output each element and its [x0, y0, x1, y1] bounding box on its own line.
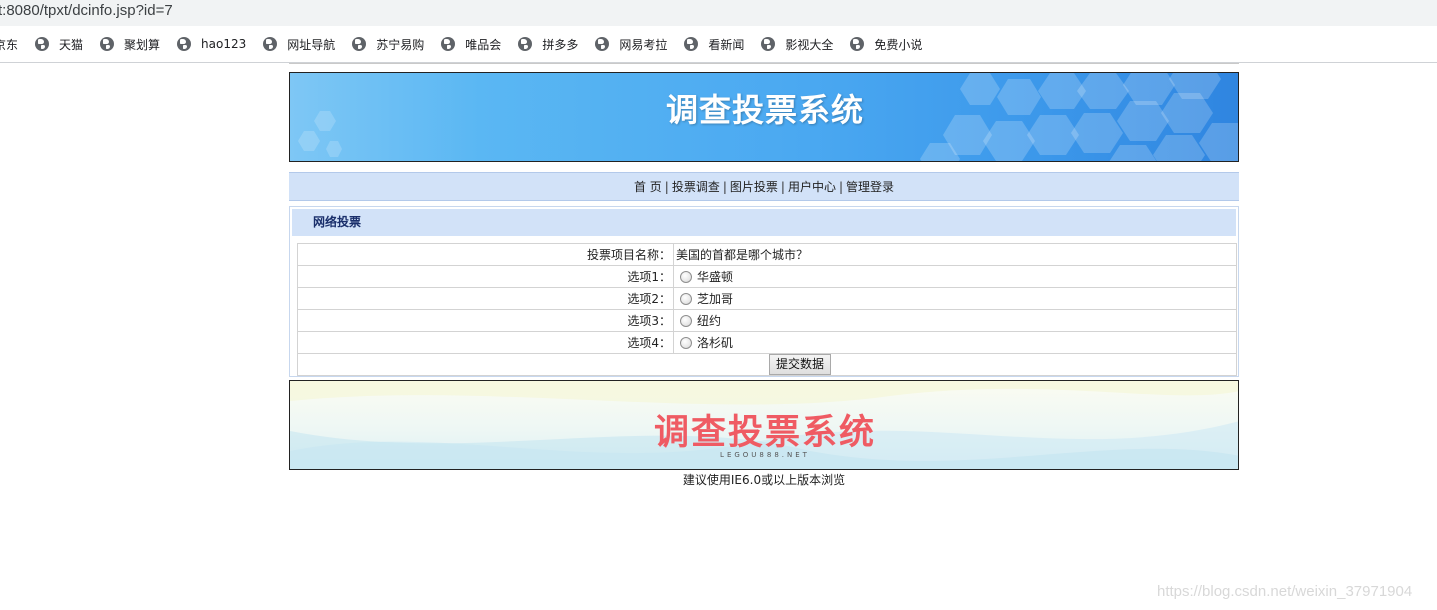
option-cell: 纽约: [673, 309, 1237, 332]
option-text: 华盛顿: [697, 270, 734, 284]
bookmark-label: 拼多多: [542, 37, 579, 52]
table-row: 投票项目名称： 美国的首都是哪个城市？: [297, 243, 1237, 266]
bookmark-pinduoduo[interactable]: 拼多多: [518, 36, 578, 53]
nav-separator: |: [780, 180, 785, 194]
bookmark-label: 看新闻: [708, 37, 745, 52]
option-text: 芝加哥: [697, 292, 734, 306]
table-row: 选项3： 纽约: [297, 309, 1237, 332]
bookmark-label: 苏宁易购: [376, 37, 425, 52]
globe-icon: [761, 37, 776, 51]
submit-button[interactable]: 提交数据: [768, 354, 831, 375]
globe-icon: [352, 37, 367, 51]
globe-icon: [684, 37, 699, 51]
option-4-radio[interactable]: [680, 337, 692, 349]
browser-notice: 建议使用IE6.0或以上版本浏览: [682, 473, 846, 487]
project-name-label: 投票项目名称：: [297, 243, 674, 266]
option-2-radio[interactable]: [680, 293, 692, 305]
submit-cell: 提交数据: [297, 353, 1237, 376]
nav-separator: |: [838, 180, 844, 194]
option-label: 选项4：: [297, 331, 674, 354]
bookmark-novel[interactable]: 免费小说: [850, 36, 922, 53]
bookmark-suning[interactable]: 苏宁易购: [352, 36, 424, 53]
option-label: 选项1：: [297, 265, 674, 288]
globe-icon: [100, 37, 115, 51]
bookmark-tmall[interactable]: 天猫: [35, 36, 83, 53]
bookmark-url-nav[interactable]: 网址导航: [263, 36, 335, 53]
bookmark-label: 网址导航: [287, 37, 336, 52]
bookmark-kaola[interactable]: 网易考拉: [595, 36, 667, 53]
table-row: 选项4： 洛杉矶: [297, 331, 1237, 354]
globe-icon: [263, 37, 278, 51]
submit-row: 提交数据: [297, 353, 1237, 376]
footer-site-title: 调查投票系统: [653, 413, 876, 453]
option-text: 洛杉矶: [697, 336, 734, 350]
table-row: 选项1： 华盛顿: [297, 265, 1237, 288]
nav-item-admin-login[interactable]: 管理登录: [846, 180, 894, 194]
bookmark-label: 影视大全: [785, 37, 834, 52]
nav-item-picture-vote[interactable]: 图片投票: [730, 180, 778, 194]
globe-icon: [518, 37, 533, 51]
bookmark-vip[interactable]: 唯品会: [441, 36, 501, 53]
nav-item-vote-survey[interactable]: 投票调查: [672, 180, 720, 194]
site-title: 调查投票系统: [665, 91, 864, 129]
nav-item-user-center[interactable]: 用户中心: [788, 180, 836, 194]
option-1-radio[interactable]: [680, 271, 692, 283]
vote-form-table: 投票项目名称： 美国的首都是哪个城市？ 选项1： 华盛顿 选项2： 芝加哥 选项…: [297, 243, 1237, 376]
address-url[interactable]: t:8080/tpxt/dcinfo.jsp?id=7: [0, 2, 173, 19]
footer-site-domain: LEGOU888.NET: [720, 451, 810, 459]
option-cell: 芝加哥: [673, 287, 1237, 310]
bookmark-news[interactable]: 看新闻: [684, 36, 744, 53]
nav-item-home[interactable]: 首 页: [634, 180, 662, 194]
footer-banner: 调查投票系统 LEGOU888.NET: [289, 380, 1239, 470]
bookmark-label: 天猫: [59, 37, 84, 52]
option-label: 选项3：: [297, 309, 674, 332]
header-banner: 调查投票系统: [289, 72, 1239, 162]
bookmark-label: 网易考拉: [619, 37, 668, 52]
globe-icon: [177, 37, 192, 51]
browser-chrome: t:8080/tpxt/dcinfo.jsp?id=7 京东 天猫 聚划算 ha…: [0, 0, 1437, 63]
bookmark-jd[interactable]: 京东: [0, 36, 18, 53]
bookmark-label: hao123: [201, 37, 247, 51]
bookmark-label: 京东: [0, 37, 19, 52]
project-name-value: 美国的首都是哪个城市？: [673, 243, 1237, 266]
bookmark-hao123[interactable]: hao123: [177, 37, 246, 51]
option-label: 选项2：: [297, 287, 674, 310]
address-bar[interactable]: t:8080/tpxt/dcinfo.jsp?id=7: [0, 0, 1437, 26]
bookmark-video[interactable]: 影视大全: [761, 36, 833, 53]
globe-icon: [595, 37, 610, 51]
bookmarks-bar: 京东 天猫 聚划算 hao123 网址导航 苏宁易购 唯品会 拼多多 网易考拉 …: [0, 32, 939, 56]
table-row: 选项2： 芝加哥: [297, 287, 1237, 310]
top-divider: [289, 63, 1239, 64]
vote-panel: 网络投票 投票项目名称： 美国的首都是哪个城市？ 选项1： 华盛顿 选项2： 芝…: [289, 206, 1239, 377]
nav-separator: |: [722, 180, 727, 194]
option-text: 纽约: [697, 314, 722, 328]
globe-icon: [850, 37, 865, 51]
bookmark-juhuasuan[interactable]: 聚划算: [100, 36, 160, 53]
main-nav: 首 页 | 投票调查 | 图片投票 | 用户中心 | 管理登录: [289, 172, 1239, 201]
globe-icon: [35, 37, 50, 51]
section-title: 网络投票: [292, 209, 1236, 236]
option-cell: 华盛顿: [673, 265, 1237, 288]
watermark: https://blog.csdn.net/weixin_37971904: [1157, 583, 1413, 600]
option-3-radio[interactable]: [680, 315, 692, 327]
option-cell: 洛杉矶: [673, 331, 1237, 354]
globe-icon: [441, 37, 456, 51]
bookmark-label: 唯品会: [465, 37, 502, 52]
bookmark-label: 聚划算: [124, 37, 161, 52]
bookmark-label: 免费小说: [874, 37, 923, 52]
nav-separator: |: [664, 180, 669, 194]
